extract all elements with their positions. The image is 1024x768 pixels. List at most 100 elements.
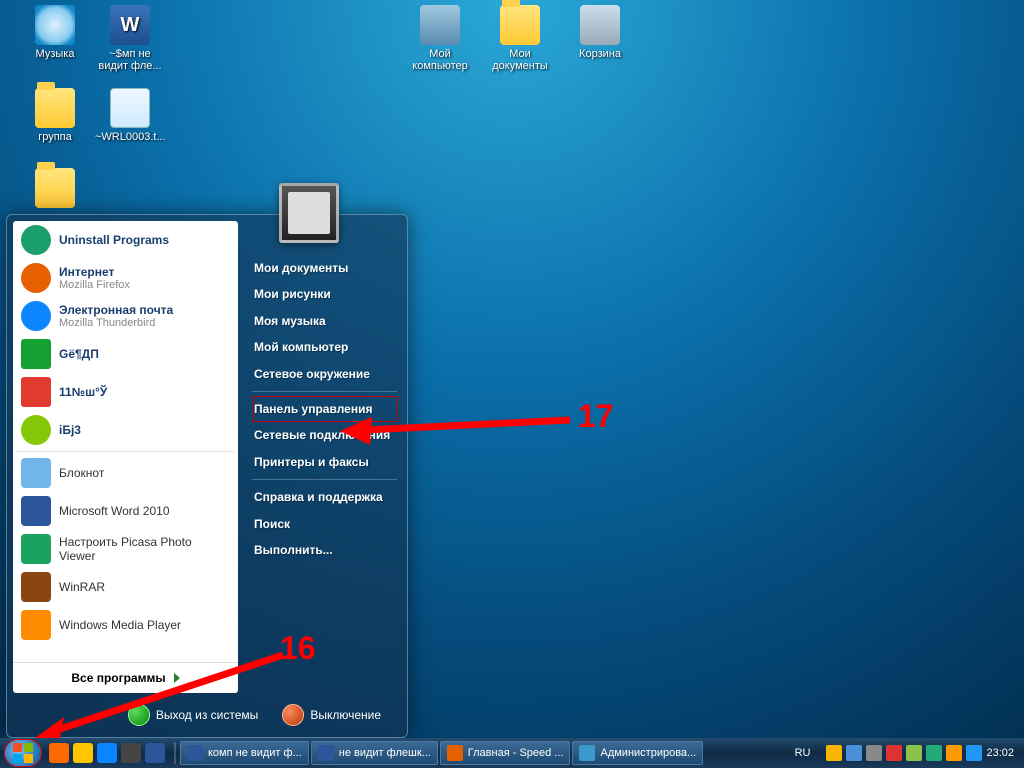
places-item-Принтеры и факсы[interactable]: Принтеры и факсы [252, 449, 397, 475]
program-title: Uninstall Programs [59, 233, 169, 247]
folder-icon [500, 5, 540, 45]
desktop-icon-Мой компьютер[interactable]: Мой компьютер [405, 5, 475, 72]
desktop-icon-Мои документы[interactable]: Мои документы [485, 5, 555, 72]
program-Microsoft Word 2010[interactable]: Microsoft Word 2010 [13, 492, 238, 530]
places-item-Выполнить...[interactable]: Выполнить... [252, 537, 397, 563]
program-Gё¶ДП[interactable]: Gё¶ДП [13, 335, 238, 373]
desktop-icon-label: ~$мп не видит фле... [95, 48, 165, 72]
desktop-icon-folder[interactable] [20, 168, 90, 211]
tray-icon[interactable] [846, 745, 862, 761]
program-title: Microsoft Word 2010 [59, 504, 170, 518]
folder-icon [35, 88, 75, 128]
program-WinRAR[interactable]: WinRAR [13, 568, 238, 606]
clock[interactable]: 23:02 [986, 747, 1014, 759]
program-title: Блокнот [59, 466, 104, 480]
program-title: Gё¶ДП [59, 347, 99, 361]
file-icon [110, 88, 150, 128]
arrow-17 [340, 405, 580, 445]
arrow-16 [28, 645, 288, 750]
tray-icon[interactable] [886, 745, 902, 761]
desktop-icon-label: Мой компьютер [405, 48, 475, 72]
desktop-icon-label: ~WRL0003.t... [95, 131, 165, 143]
task-label: Администрирова... [600, 747, 696, 759]
desktop-icon-~WRL0003.t...[interactable]: ~WRL0003.t... [95, 88, 165, 143]
separator [252, 391, 397, 392]
places-item-Справка и поддержка[interactable]: Справка и поддержка [252, 484, 397, 510]
program-icon [21, 458, 51, 488]
start-button[interactable] [4, 739, 42, 767]
program-subtitle: Mozilla Thunderbird [59, 317, 173, 329]
program-Windows Media Player[interactable]: Windows Media Player [13, 606, 238, 644]
task-icon [447, 745, 463, 761]
program-title: Windows Media Player [59, 618, 181, 632]
taskbar-window-Администрирова...[interactable]: Администрирова... [572, 741, 703, 765]
program-Настроить Picasa Photo Viewer[interactable]: Настроить Picasa Photo Viewer [13, 530, 238, 568]
program-11№ш°Ў[interactable]: 11№ш°Ў [13, 373, 238, 411]
tray-icon[interactable] [826, 745, 842, 761]
quicklaunch-icon[interactable] [145, 743, 165, 763]
program-iБј3[interactable]: iБј3 [13, 411, 238, 449]
program-icon [21, 610, 51, 640]
places-item-Мой компьютер[interactable]: Мой компьютер [252, 334, 397, 360]
desktop-icon-label: группа [20, 131, 90, 143]
taskbar: комп не видит ф... не видит флешк... Главн… [0, 738, 1024, 768]
shutdown-label: Выключение [310, 708, 381, 722]
program-icon [21, 572, 51, 602]
system-tray: RU 23:02 [795, 745, 1020, 761]
program-icon [21, 496, 51, 526]
program-Интернет[interactable]: ИнтернетMozilla Firefox [13, 259, 238, 297]
tray-icon[interactable] [906, 745, 922, 761]
taskbar-window-комп не видит ф...[interactable]: комп не видит ф... [180, 741, 309, 765]
tray-volume-icon[interactable] [926, 745, 942, 761]
program-Uninstall Programs[interactable]: Uninstall Programs [13, 221, 238, 259]
program-Электронная почта[interactable]: Электронная почтаMozilla Thunderbird [13, 297, 238, 335]
taskbar-separator [174, 742, 176, 764]
task-label: Главная - Speed ... [468, 747, 564, 759]
places-item-Сетевое окружение[interactable]: Сетевое окружение [252, 361, 397, 387]
places-item-Мои рисунки[interactable]: Мои рисунки [252, 281, 397, 307]
program-title: Интернет [59, 265, 130, 279]
taskbar-window-не видит флешк...[interactable]: не видит флешк... [311, 741, 438, 765]
desktop-icon-label: Корзина [565, 48, 635, 60]
quicklaunch-icon[interactable] [121, 743, 141, 763]
tray-icon[interactable] [946, 745, 962, 761]
program-title: 11№ш°Ў [59, 385, 107, 399]
program-icon [21, 534, 51, 564]
task-icon [579, 745, 595, 761]
program-icon [21, 263, 51, 293]
windows-logo-icon [13, 743, 33, 763]
task-icon [187, 745, 203, 761]
quicklaunch-icon[interactable] [97, 743, 117, 763]
desktop-icon-label: Музыка [20, 48, 90, 60]
language-indicator[interactable]: RU [795, 747, 811, 759]
taskbar-window-Главная - Speed ...[interactable]: Главная - Speed ... [440, 741, 571, 765]
separator [17, 451, 234, 452]
annotation-17: 17 [578, 398, 614, 435]
desktop-icon-~$мп не видит фле...[interactable]: W ~$мп не видит фле... [95, 5, 165, 72]
program-icon [21, 415, 51, 445]
tray-network-icon[interactable] [866, 745, 882, 761]
desktop-icon-группа[interactable]: группа [20, 88, 90, 143]
folder-icon [35, 168, 75, 208]
program-subtitle: Mozilla Firefox [59, 279, 130, 291]
places-item-Мои документы[interactable]: Мои документы [252, 255, 397, 281]
places-item-Моя музыка[interactable]: Моя музыка [252, 308, 397, 334]
program-title: Настроить Picasa Photo Viewer [59, 535, 230, 563]
program-icon [21, 377, 51, 407]
shutdown-button[interactable]: Выключение [272, 700, 391, 730]
program-Блокнот[interactable]: Блокнот [13, 454, 238, 492]
comp-icon [420, 5, 460, 45]
desktop-icon-Корзина[interactable]: Корзина [565, 5, 635, 60]
program-icon [21, 339, 51, 369]
program-title: WinRAR [59, 580, 105, 594]
quicklaunch-icon[interactable] [73, 743, 93, 763]
tray-icon[interactable] [966, 745, 982, 761]
program-title: iБј3 [59, 423, 81, 437]
word-icon: W [110, 5, 150, 45]
program-title: Электронная почта [59, 303, 173, 317]
desktop-icon-Музыка[interactable]: Музыка [20, 5, 90, 60]
user-picture[interactable] [279, 183, 339, 243]
task-label: комп не видит ф... [208, 747, 302, 759]
places-item-Поиск[interactable]: Поиск [252, 511, 397, 537]
quicklaunch-icon[interactable] [49, 743, 69, 763]
